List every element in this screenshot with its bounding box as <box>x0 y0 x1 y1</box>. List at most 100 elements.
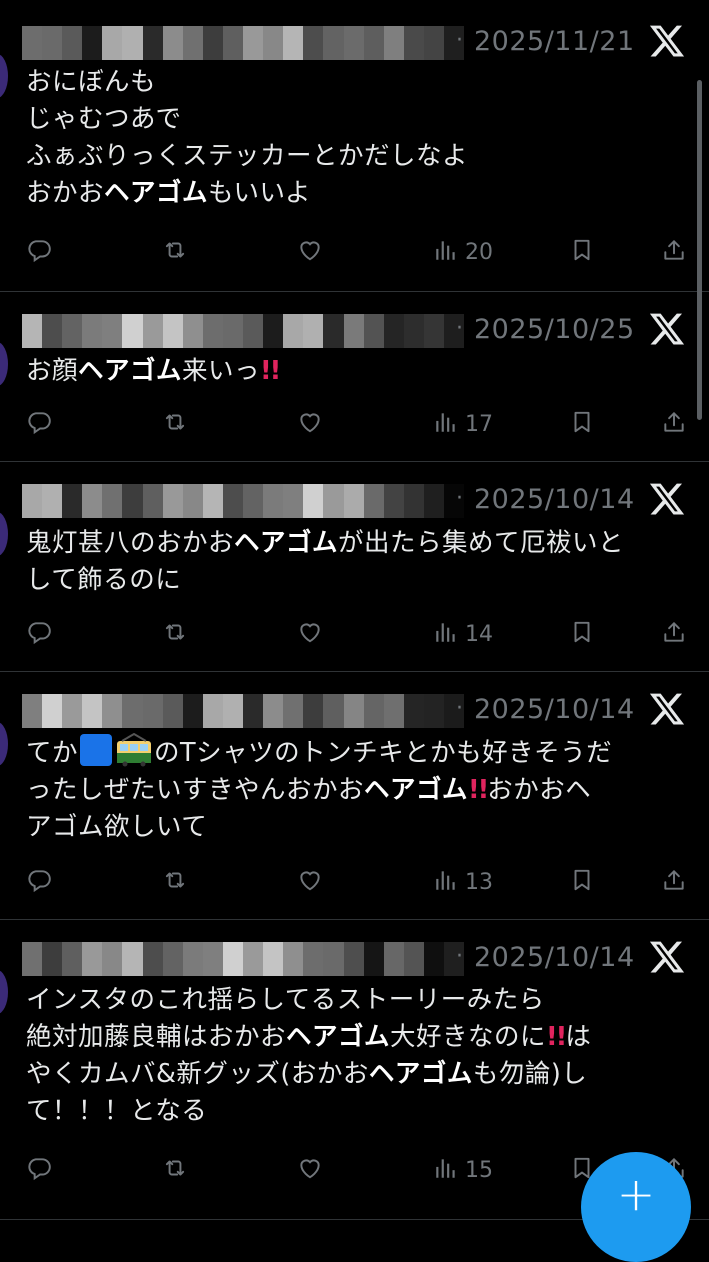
bookmark-icon <box>569 237 595 267</box>
like-button[interactable] <box>297 1152 323 1188</box>
reply-button[interactable] <box>26 1152 52 1188</box>
reply-button[interactable] <box>26 234 52 270</box>
double-exclamation-emoji: !! <box>468 775 489 805</box>
tweet[interactable]: · 2025/10/14 鬼灯甚八のおかおヘアゴムが出たら集めて厄祓いと して飾るのに… <box>0 462 709 672</box>
separator-dot: · <box>456 696 463 721</box>
avatar[interactable] <box>0 970 8 1014</box>
text-segment: じゃむつあで <box>26 104 182 134</box>
tweet[interactable]: · 2025/10/14 てか のTシャツのトンチキとかも好きそうだ ったしぜたいすきや… <box>0 672 709 920</box>
reply-icon <box>26 409 52 439</box>
bookmark-button[interactable] <box>569 234 595 270</box>
avatar[interactable] <box>0 722 8 766</box>
views-button[interactable]: 20 <box>433 234 493 270</box>
views-bar-icon <box>433 237 459 267</box>
retweet-button[interactable] <box>162 406 188 442</box>
avatar[interactable] <box>0 512 8 556</box>
tweet-date[interactable]: 2025/10/14 <box>474 694 635 725</box>
reply-button[interactable] <box>26 406 52 442</box>
bookmark-icon <box>569 867 595 897</box>
text-segment: して飾るのに <box>26 565 182 595</box>
heart-icon <box>297 1155 323 1185</box>
retweet-icon <box>162 237 188 267</box>
retweet-icon <box>162 619 188 649</box>
tweet-date[interactable]: 2025/10/14 <box>474 484 635 515</box>
share-button[interactable] <box>661 406 687 442</box>
highlighted-keyword: ヘアゴム <box>364 775 469 805</box>
separator-dot: · <box>456 28 463 53</box>
tweet-text: てか のTシャツのトンチキとかも好きそうだ ったしぜたいすきやんおかおヘアゴム!!お… <box>26 732 686 846</box>
censored-username[interactable] <box>22 942 464 976</box>
separator-dot: · <box>456 944 463 969</box>
share-button[interactable] <box>661 234 687 270</box>
bookmark-button[interactable] <box>569 616 595 652</box>
text-segment: 大好きなのに <box>390 1022 547 1052</box>
share-button[interactable] <box>661 864 687 900</box>
tweet-text-line: ったしぜたいすきやんおかおヘアゴム!!おかおヘ <box>26 772 686 809</box>
separator-dot: · <box>456 316 463 341</box>
like-button[interactable] <box>297 864 323 900</box>
text-segment: おかお <box>26 178 105 208</box>
bookmark-icon <box>569 409 595 439</box>
censored-username[interactable] <box>22 694 464 728</box>
bookmark-button[interactable] <box>569 406 595 442</box>
tweet-date[interactable]: 2025/11/21 <box>474 26 635 57</box>
retweet-button[interactable] <box>162 234 188 270</box>
views-count: 13 <box>465 869 493 895</box>
views-count: 14 <box>465 621 493 647</box>
avatar[interactable] <box>0 54 8 98</box>
text-segment: おかおヘ <box>487 775 592 805</box>
censored-username[interactable] <box>22 314 464 348</box>
views-count: 17 <box>465 411 493 437</box>
share-icon <box>661 867 687 897</box>
bookmark-button[interactable] <box>569 864 595 900</box>
text-segment: 鬼灯甚八のおかお <box>26 528 235 558</box>
text-segment: アゴム欲しいて <box>26 812 208 842</box>
views-button[interactable]: 14 <box>433 616 493 652</box>
highlighted-keyword: ヘアゴム <box>78 356 183 386</box>
tweet-text-line: して飾るのに <box>26 562 686 599</box>
views-button[interactable]: 13 <box>433 864 493 900</box>
heart-icon <box>297 237 323 267</box>
reply-button[interactable] <box>26 616 52 652</box>
tweet-text-line: じゃむつあで <box>26 101 686 138</box>
text-segment: ふぁぶりっくステッカーとかだしなよ <box>26 141 469 171</box>
reply-icon <box>26 867 52 897</box>
tweet-date[interactable]: 2025/10/14 <box>474 942 635 973</box>
censored-username[interactable] <box>22 484 464 518</box>
reply-button[interactable] <box>26 864 52 900</box>
retweet-icon <box>162 1155 188 1185</box>
text-segment: インスタのこれ揺らしてるストーリーみたら <box>26 985 545 1015</box>
like-button[interactable] <box>297 234 323 270</box>
heart-icon <box>297 619 323 649</box>
share-button[interactable] <box>661 616 687 652</box>
text-segment: は <box>565 1022 592 1052</box>
tweet[interactable]: · 2025/10/25 お顔ヘアゴム来いっ!! 17 <box>0 292 709 462</box>
censored-username[interactable] <box>22 26 464 60</box>
compose-fab-button[interactable]: + <box>581 1152 691 1262</box>
like-button[interactable] <box>297 406 323 442</box>
text-segment: 来いっ <box>182 356 261 386</box>
views-button[interactable]: 17 <box>433 406 493 442</box>
retweet-button[interactable] <box>162 1152 188 1188</box>
tweet-text-line: インスタのこれ揺らしてるストーリーみたら <box>26 982 686 1019</box>
tweet-action-bar: 17 <box>0 406 709 442</box>
text-segment: やくカムバ&新グッズ(おかお <box>26 1059 369 1089</box>
retweet-icon <box>162 409 188 439</box>
tweet-date[interactable]: 2025/10/25 <box>474 314 635 345</box>
tweet[interactable]: · 2025/11/21 おにぼんも じゃむつあで ふぁぶりっくステッカーとかだしなよお… <box>0 0 709 292</box>
tweet-feed: · 2025/11/21 おにぼんも じゃむつあで ふぁぶりっくステッカーとかだしなよお… <box>0 0 709 1220</box>
x-logo-icon <box>648 938 686 976</box>
retweet-button[interactable] <box>162 864 188 900</box>
highlighted-keyword: ヘアゴム <box>368 1059 473 1089</box>
x-logo-icon <box>648 22 686 60</box>
views-button[interactable]: 15 <box>433 1152 493 1188</box>
retweet-button[interactable] <box>162 616 188 652</box>
like-button[interactable] <box>297 616 323 652</box>
retweet-icon <box>162 867 188 897</box>
scrollbar[interactable] <box>697 80 702 420</box>
heart-icon <box>297 409 323 439</box>
tweet-action-bar: 20 <box>0 234 709 270</box>
tweet-text-line: ふぁぶりっくステッカーとかだしなよ <box>26 138 686 175</box>
avatar[interactable] <box>0 342 8 386</box>
share-icon <box>661 409 687 439</box>
